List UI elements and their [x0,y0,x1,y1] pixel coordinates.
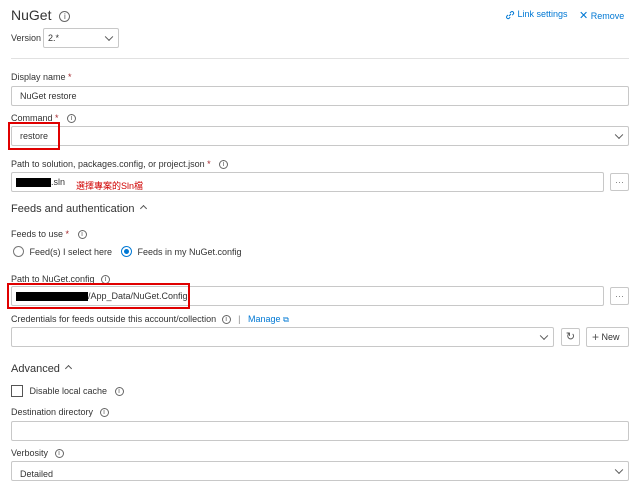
annotation-text: 選擇專案的Sln檔 [76,181,144,191]
info-icon[interactable]: i [99,408,109,418]
chevron-down-icon [539,331,549,341]
solution-path-label-text: Path to solution, packages.config, or pr… [11,159,205,169]
separator: | [238,314,241,324]
advanced-section-header[interactable]: Advanced [11,363,72,375]
feeds-to-use-label: Feeds to use * i [11,229,87,240]
new-button-label: New [601,332,620,342]
chevron-up-icon [139,204,147,213]
destination-label: Destination directory i [11,407,109,418]
solution-path-label: Path to solution, packages.config, or pr… [11,159,229,170]
x-icon: ✕ [579,10,589,22]
display-name-value: NuGet restore [20,91,77,101]
link-icon [506,10,515,19]
info-icon[interactable]: i [54,449,64,459]
display-name-label-text: Display name [11,72,66,82]
credentials-label: Credentials for feeds outside this accou… [11,314,289,325]
page-title: NuGet i [11,7,71,23]
disable-cache-checkbox-row[interactable]: Disable local cache i [11,385,124,397]
radio-feeds-select-here[interactable]: Feed(s) I select here [13,246,113,258]
feeds-to-use-label-text: Feeds to use [11,229,64,239]
feeds-section-title: Feeds and authentication [11,203,135,215]
credentials-select[interactable] [11,327,554,347]
verbosity-value: Detailed [20,469,54,479]
verbosity-select[interactable]: Detailed [11,461,629,481]
external-link-icon: ⧉ [283,315,289,324]
command-select[interactable]: restore [11,126,629,146]
solution-path-input[interactable]: .sln 選擇專案的Sln檔 [11,172,604,192]
highlight-box [8,122,60,150]
destination-input[interactable] [11,421,629,441]
chevron-down-icon [614,130,624,140]
required-marker: * [68,72,72,82]
info-icon[interactable]: i [221,315,231,325]
divider [11,58,629,59]
task-title: NuGet [11,7,52,23]
info-icon[interactable]: i [114,386,124,396]
display-name-label: Display name * [11,72,72,82]
radio-label: Feed(s) I select here [29,246,113,257]
link-settings-label: Link settings [517,9,568,19]
remove-button[interactable]: ✕ Remove [579,9,624,22]
verbosity-label: Verbosity i [11,448,64,459]
manage-link[interactable]: Manage [248,314,281,324]
version-label: Version [11,33,42,43]
info-icon[interactable]: i [67,114,77,124]
info-icon[interactable]: i [219,160,229,170]
required-marker: * [65,229,70,239]
display-name-input[interactable]: NuGet restore [11,86,629,106]
disable-cache-label: Disable local cache [29,386,108,396]
refresh-icon[interactable]: ↻ [561,328,580,346]
destination-label-text: Destination directory [11,407,94,417]
radio-button[interactable] [13,246,24,258]
radio-feeds-nuget-config[interactable]: Feeds in my NuGet.config [121,246,242,258]
highlight-box [7,283,190,309]
redacted-block [16,178,51,187]
link-settings-link[interactable]: Link settings [505,9,568,20]
info-icon[interactable]: i [59,10,71,22]
version-value: 2.* [48,33,60,43]
feeds-section-header[interactable]: Feeds and authentication [11,203,147,215]
chevron-down-icon [104,32,114,42]
radio-label: Feeds in my NuGet.config [137,246,242,257]
chevron-up-icon [64,364,72,373]
new-button[interactable]: + New [586,327,629,347]
radio-button-selected[interactable] [121,246,132,258]
verbosity-label-text: Verbosity [11,448,49,458]
remove-label: Remove [590,11,625,21]
nuget-config-browse-button[interactable]: ··· [610,287,629,305]
advanced-section-title: Advanced [11,363,60,375]
plus-icon: + [592,330,600,344]
required-marker: * [207,159,211,169]
chevron-down-icon [614,465,624,475]
solution-path-browse-button[interactable]: ··· [610,173,629,191]
info-icon[interactable]: i [77,230,87,240]
solution-path-value: .sln [51,177,66,187]
version-select[interactable]: 2.* [43,28,119,48]
disable-cache-checkbox[interactable] [11,385,23,397]
credentials-label-text: Credentials for feeds outside this accou… [11,314,217,324]
